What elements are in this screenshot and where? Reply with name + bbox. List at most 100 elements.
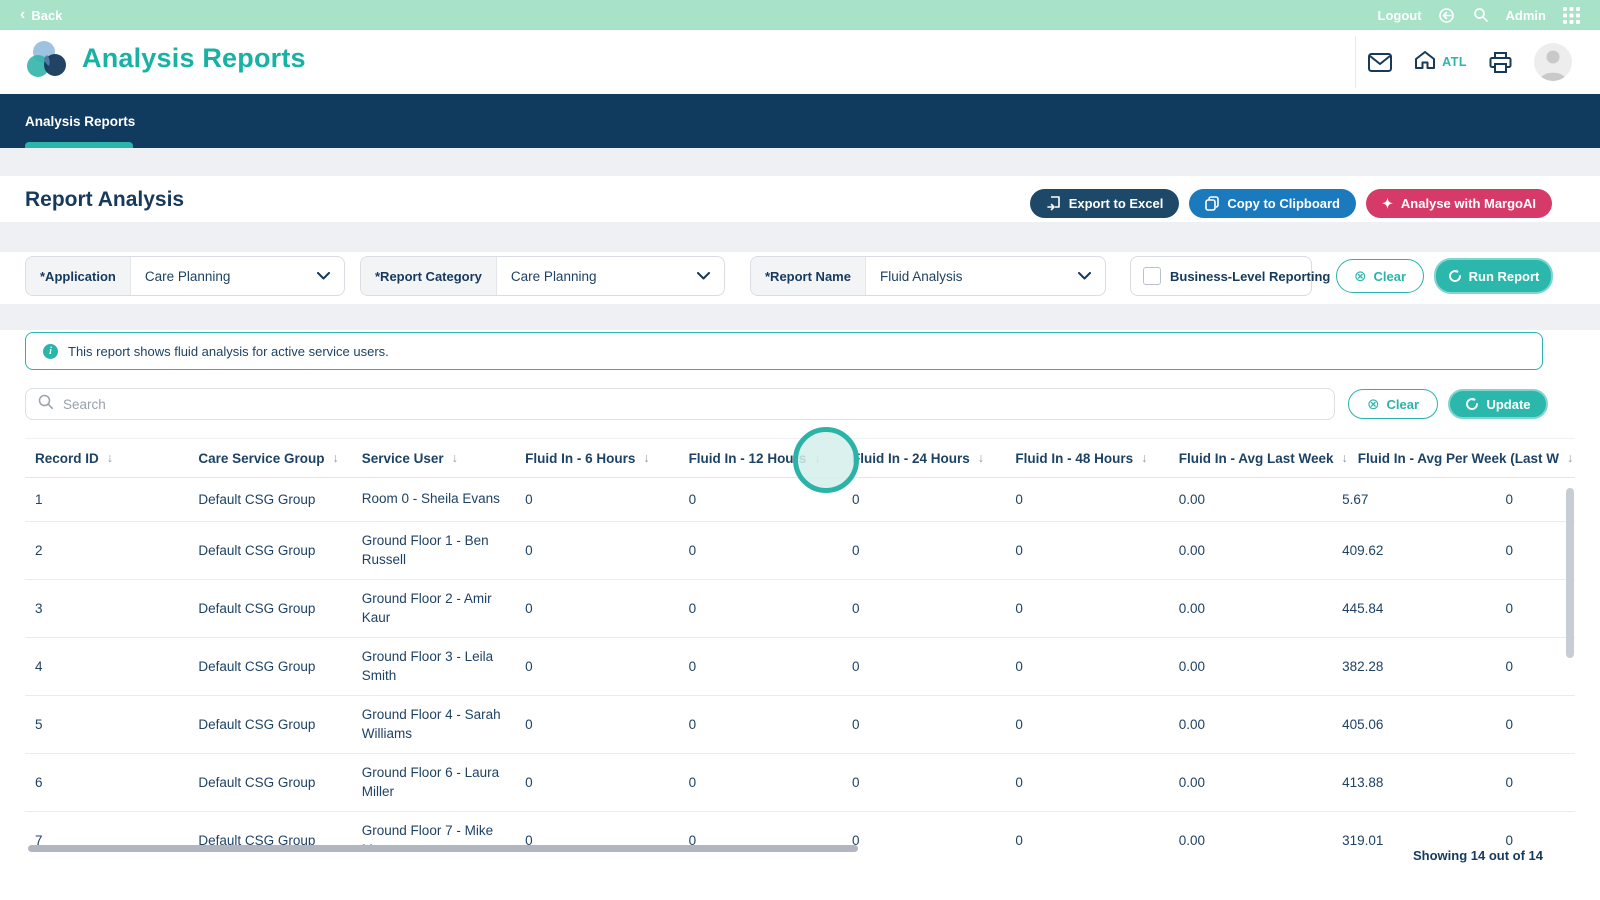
mail-icon[interactable] <box>1368 53 1392 72</box>
tab-analysis-reports[interactable]: Analysis Reports <box>25 94 135 148</box>
logout-icon[interactable] <box>1438 6 1456 24</box>
sort-arrow-icon[interactable]: ↓ <box>452 451 458 465</box>
cell-h6: 0 <box>515 492 678 507</box>
cell-avg_lw: 0.00 <box>1169 543 1332 558</box>
report-category-label: *Report Category <box>361 257 497 295</box>
column-label: Care Service Group <box>198 451 324 466</box>
export-icon <box>1046 196 1061 211</box>
cell-h6: 0 <box>515 601 678 616</box>
business-level-label: Business-Level Reporting <box>1170 269 1330 284</box>
column-label: Service User <box>362 451 444 466</box>
band-divider <box>0 148 1600 176</box>
chevron-down-icon <box>697 257 724 295</box>
cell-extra: 0 <box>1496 833 1575 848</box>
back-button[interactable]: ‹ Back <box>20 7 62 23</box>
cell-avg_pw: 382.28 <box>1332 659 1495 674</box>
search-input[interactable] <box>63 397 1322 412</box>
table-row[interactable]: 4Default CSG GroupGround Floor 3 - Leila… <box>25 638 1575 696</box>
cell-h12: 0 <box>679 601 842 616</box>
search-clear-button[interactable]: ⊗ Clear <box>1348 389 1438 419</box>
apps-grid-icon[interactable] <box>1562 6 1580 24</box>
home-button[interactable]: ATL <box>1414 50 1467 75</box>
export-to-excel-button[interactable]: Export to Excel <box>1030 189 1180 218</box>
back-label: Back <box>31 8 62 23</box>
cell-extra: 0 <box>1496 717 1575 732</box>
column-label: Fluid In - 12 Hours <box>689 451 807 466</box>
analyse-with-margoai-button[interactable]: ✦ Analyse with MargoAI <box>1366 189 1552 218</box>
cell-h48: 0 <box>1005 601 1168 616</box>
sort-arrow-icon[interactable]: ↓ <box>814 451 820 465</box>
table-row[interactable]: 2Default CSG GroupGround Floor 1 - Ben R… <box>25 522 1575 580</box>
cell-h12: 0 <box>679 492 842 507</box>
sort-arrow-icon[interactable]: ↓ <box>643 451 649 465</box>
cell-h24: 0 <box>842 543 1005 558</box>
column-header-h24[interactable]: Fluid In - 24 Hours↓ <box>842 451 1005 466</box>
report-category-dropdown[interactable]: *Report Category Care Planning <box>360 256 725 296</box>
sort-arrow-icon[interactable]: ↓ <box>332 451 338 465</box>
report-category-value: Care Planning <box>497 257 697 295</box>
cell-h6: 0 <box>515 717 678 732</box>
cell-h24: 0 <box>842 775 1005 790</box>
update-button[interactable]: Update <box>1448 389 1548 419</box>
cell-h48: 0 <box>1005 492 1168 507</box>
report-name-dropdown[interactable]: *Report Name Fluid Analysis <box>750 256 1106 296</box>
cell-user: Ground Floor 4 - Sarah Williams <box>352 706 515 744</box>
clear-circle-x-icon: ⊗ <box>1354 269 1367 284</box>
cell-record_id: 1 <box>25 492 188 507</box>
table-row[interactable]: 5Default CSG GroupGround Floor 4 - Sarah… <box>25 696 1575 754</box>
cell-avg_lw: 0.00 <box>1169 659 1332 674</box>
admin-menu[interactable]: Admin <box>1506 8 1546 23</box>
cell-h12: 0 <box>679 543 842 558</box>
cell-extra: 0 <box>1496 543 1575 558</box>
horizontal-scrollbar[interactable] <box>28 845 858 852</box>
cell-csg: Default CSG Group <box>188 543 351 558</box>
run-report-button[interactable]: Run Report <box>1434 258 1553 294</box>
table-row[interactable]: 3Default CSG GroupGround Floor 2 - Amir … <box>25 580 1575 638</box>
cell-record_id: 2 <box>25 543 188 558</box>
cell-h6: 0 <box>515 775 678 790</box>
column-header-avg_pw[interactable]: Fluid In - Avg Per Week (Last W↓ <box>1348 451 1574 466</box>
application-dropdown[interactable]: *Application Care Planning <box>25 256 345 296</box>
top-bar: ‹ Back Logout Admin <box>0 0 1600 30</box>
cell-avg_pw: 405.06 <box>1332 717 1495 732</box>
column-header-avg_lw[interactable]: Fluid In - Avg Last Week↓ <box>1169 451 1348 466</box>
info-banner-text: This report shows fluid analysis for act… <box>68 344 389 359</box>
info-banner: i This report shows fluid analysis for a… <box>25 332 1543 370</box>
column-label: Fluid In - Avg Last Week <box>1179 451 1334 466</box>
column-header-h48[interactable]: Fluid In - 48 Hours↓ <box>1005 451 1168 466</box>
sort-arrow-icon[interactable]: ↓ <box>1141 451 1147 465</box>
cell-h24: 0 <box>842 717 1005 732</box>
cell-record_id: 3 <box>25 601 188 616</box>
table-row[interactable]: 1Default CSG GroupRoom 0 - Sheila Evans0… <box>25 478 1575 522</box>
user-avatar[interactable] <box>1534 43 1572 81</box>
cell-csg: Default CSG Group <box>188 659 351 674</box>
print-icon[interactable] <box>1489 52 1512 73</box>
column-header-h6[interactable]: Fluid In - 6 Hours↓ <box>515 451 678 466</box>
cell-record_id: 4 <box>25 659 188 674</box>
column-label: Fluid In - Avg Per Week (Last W <box>1358 451 1559 466</box>
vertical-scrollbar[interactable] <box>1566 488 1574 658</box>
app-logo <box>25 38 71 84</box>
cell-user: Ground Floor 3 - Leila Smith <box>352 648 515 686</box>
column-header-h12[interactable]: Fluid In - 12 Hours ↓ <box>679 451 842 466</box>
clear-circle-x-icon: ⊗ <box>1367 397 1380 412</box>
search-icon[interactable] <box>1472 6 1490 24</box>
column-header-csg[interactable]: Care Service Group ↓ <box>188 451 351 466</box>
app-title: Analysis Reports <box>82 43 306 74</box>
sort-arrow-icon[interactable]: ↓ <box>978 451 984 465</box>
application-value: Care Planning <box>131 257 317 295</box>
filter-clear-button[interactable]: ⊗ Clear <box>1336 259 1424 293</box>
business-level-checkbox[interactable] <box>1143 267 1161 285</box>
copy-icon <box>1205 196 1219 211</box>
sort-arrow-icon[interactable]: ↓ <box>107 451 113 465</box>
column-header-user[interactable]: Service User ↓ <box>352 451 515 466</box>
report-table: Record ID↓Care Service Group↓Service Use… <box>25 438 1575 852</box>
app-header: Analysis Reports ATL <box>0 30 1600 94</box>
cell-h48: 0 <box>1005 717 1168 732</box>
table-row[interactable]: 6Default CSG GroupGround Floor 6 - Laura… <box>25 754 1575 812</box>
copy-to-clipboard-button[interactable]: Copy to Clipboard <box>1189 189 1356 218</box>
column-header-record_id[interactable]: Record ID↓ <box>25 451 188 466</box>
cell-extra: 0 <box>1496 492 1575 507</box>
logout-link[interactable]: Logout <box>1378 8 1422 23</box>
band-divider <box>0 222 1600 252</box>
